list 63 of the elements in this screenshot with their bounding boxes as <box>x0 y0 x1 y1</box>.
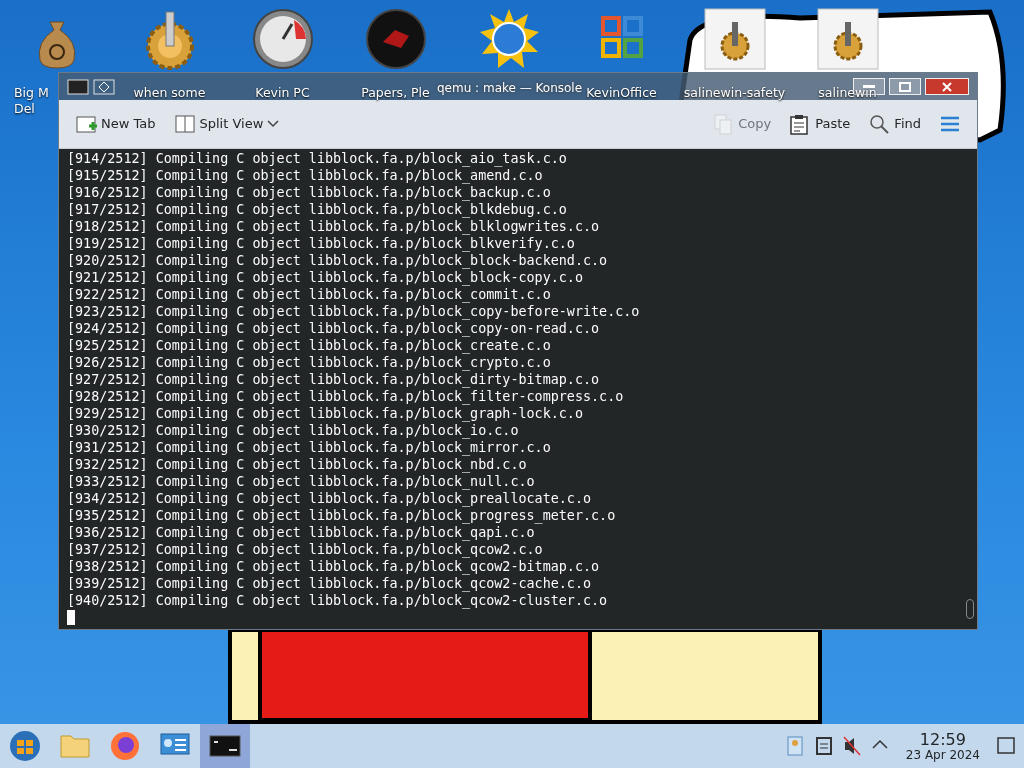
gear-tile-icon[interactable] <box>703 8 766 70</box>
terminal-line: [932/2512] Compiling C object libblock.fa.p/block_nbd.c.o <box>67 456 528 473</box>
terminal-line: [915/2512] Compiling C object libblock.fa.p/block_amend.c.o <box>67 167 544 184</box>
clock[interactable]: 12:59 23 Apr 2024 <box>905 730 980 762</box>
terminal-line: [935/2512] Compiling C object libblock.fa.p/block_progress_meter.c.o <box>67 507 617 524</box>
start-orb-icon <box>9 730 41 762</box>
split-button[interactable]: Split View <box>167 109 286 139</box>
new-tab-button[interactable]: New Tab <box>69 109 162 139</box>
terminal-line: [930/2512] Compiling C object libblock.fa.p/block_io.c.o <box>67 422 520 439</box>
terminal-line: [938/2512] Compiling C object libblock.fa.p/block_qcow2-bitmap.c.o <box>67 558 601 575</box>
find-button[interactable]: Find <box>862 109 927 139</box>
icon-label[interactable]: when some <box>133 85 206 101</box>
icon-label[interactable]: Kevin PC <box>255 85 310 101</box>
terminal-line: [928/2512] Compiling C object libblock.fa.p/block_filter-compress.c.o <box>67 388 625 405</box>
terminal-cursor <box>67 610 75 625</box>
gear-tile-icon[interactable] <box>816 8 879 70</box>
terminal-line: [934/2512] Compiling C object libblock.fa.p/block_preallocate.c.o <box>67 490 593 507</box>
terminal-line: [916/2512] Compiling C object libblock.fa.p/block_backup.c.o <box>67 184 552 201</box>
terminal-line: [923/2512] Compiling C object libblock.fa.p/block_copy-before-write.c.o <box>67 303 641 320</box>
terminal-line: [936/2512] Compiling C object libblock.fa.p/block_qapi.c.o <box>67 524 536 541</box>
maximize-button[interactable] <box>889 78 921 95</box>
terminal-line: [939/2512] Compiling C object libblock.fa.p/block_qcow2-cache.c.o <box>67 575 593 592</box>
terminal-line: [919/2512] Compiling C object libblock.fa.p/block_blkverify.c.o <box>67 235 576 252</box>
window-title: qemu : make — Konsole <box>437 80 583 97</box>
search-icon <box>868 113 891 135</box>
terminal-line: [922/2512] Compiling C object libblock.fa.p/block_commit.c.o <box>67 286 552 303</box>
terminal-line: [920/2512] Compiling C object libblock.fa.p/block_block-backend.c.o <box>67 252 609 269</box>
terminal-line: [914/2512] Compiling C object libblock.fa.p/block_aio_task.c.o <box>67 150 568 167</box>
terminal-line: [937/2512] Compiling C object libblock.fa.p/block_qcow2.c.o <box>67 541 544 558</box>
terminal-icon[interactable] <box>67 78 89 95</box>
icon-label[interactable]: Big M <box>14 85 49 101</box>
minimize-icon <box>863 84 875 89</box>
clipboard-icon[interactable] <box>813 735 834 757</box>
terminal-line: [926/2512] Compiling C object libblock.fa.p/block_crypto.c.o <box>67 354 552 371</box>
dark-disc-icon[interactable] <box>364 8 427 70</box>
terminal-line: [917/2512] Compiling C object libblock.fa.p/block_blkdebug.c.o <box>67 201 568 218</box>
show-desktop-icon[interactable] <box>996 736 1016 756</box>
close-icon <box>942 81 952 92</box>
terminal-line: [927/2512] Compiling C object libblock.fa.p/block_dirty-bitmap.c.o <box>67 371 601 388</box>
terminal-line: [929/2512] Compiling C object libblock.fa.p/block_graph-lock.c.o <box>67 405 584 422</box>
caret-icon <box>267 120 280 128</box>
muted-speaker-icon[interactable] <box>841 735 862 757</box>
terminal-line: [933/2512] Compiling C object libblock.fa.p/block_null.c.o <box>67 473 536 490</box>
icon-label[interactable]: Papers, Ple <box>361 85 430 101</box>
split-view-icon <box>173 113 196 135</box>
terminal-line: [925/2512] Compiling C object libblock.fa.p/block_create.c.o <box>67 337 552 354</box>
icon-label[interactable]: Del <box>14 101 35 117</box>
terminal-line: [940/2512] Compiling C object libblock.fa.p/block_qcow2-cluster.c.o <box>67 592 609 609</box>
paste-button[interactable]: Paste <box>783 109 857 139</box>
terminal-line: [921/2512] Compiling C object libblock.fa.p/block_block-copy.c.o <box>67 269 584 286</box>
gauge-icon[interactable] <box>251 8 314 70</box>
close-button[interactable] <box>925 78 969 95</box>
terminal-line: [918/2512] Compiling C object libblock.fa.p/block_blklogwrites.c.o <box>67 218 601 235</box>
firefox-icon <box>109 730 141 762</box>
copy-icon <box>712 113 735 135</box>
terminal-line: [924/2512] Compiling C object libblock.fa.p/block_copy-on-read.c.o <box>67 320 601 337</box>
new-tab-icon <box>75 113 97 135</box>
icon-label[interactable]: salinewin <box>818 85 877 101</box>
terminal-line: [931/2512] Compiling C object libblock.fa.p/block_mirror.c.o <box>67 439 552 456</box>
icon-label[interactable]: salinewin-safety <box>683 85 786 101</box>
taskbar-app[interactable] <box>200 724 250 768</box>
icon-label[interactable]: KevinOffice <box>586 85 657 101</box>
maximize-icon <box>899 81 911 92</box>
